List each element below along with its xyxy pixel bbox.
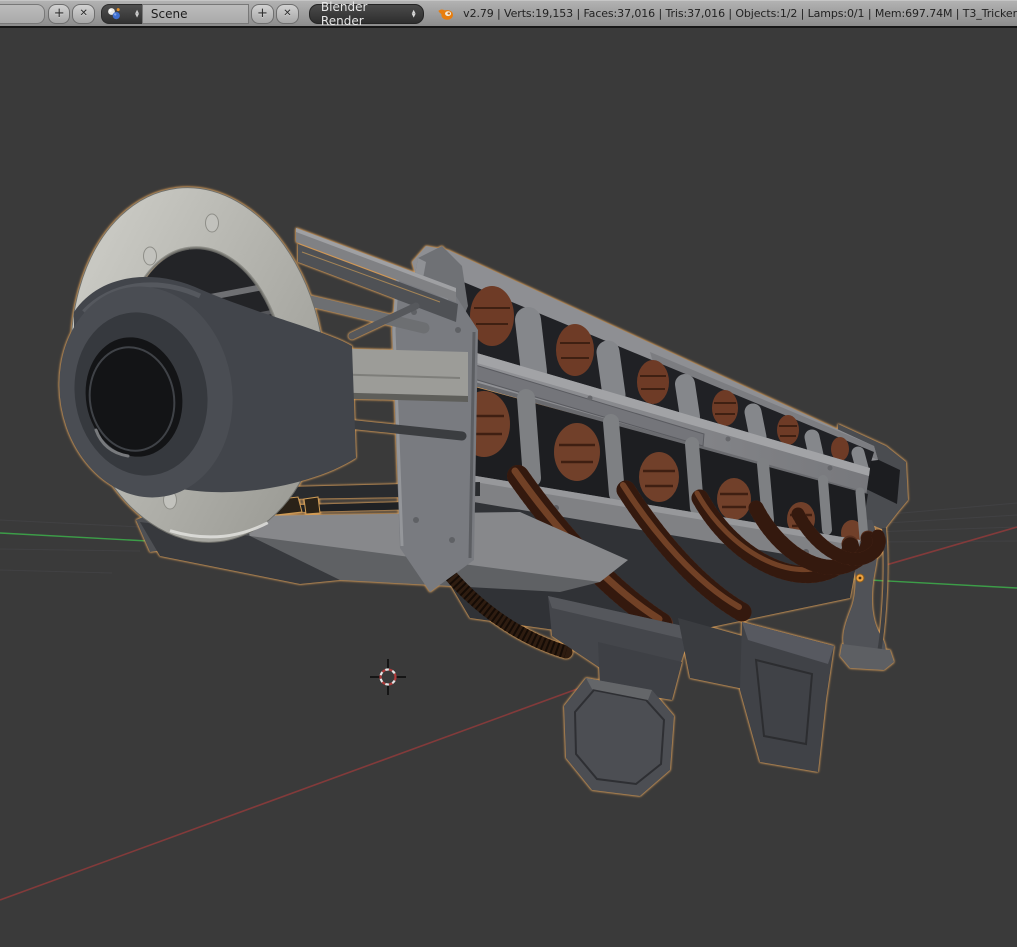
scene-name-field[interactable]: Scene bbox=[142, 4, 249, 24]
render-engine-label: Blender Render bbox=[321, 0, 412, 28]
close-scene-button[interactable]: ✕ bbox=[276, 4, 299, 24]
scene-spheres-icon bbox=[106, 6, 122, 22]
double-arrow-icon: ▲▼ bbox=[412, 10, 416, 18]
selected-model-t3-tricker bbox=[43, 173, 908, 796]
blender-window: { "app": {"name": "Blender", "version": … bbox=[0, 0, 1017, 947]
scene-selector: ▲▼ Scene + ✕ bbox=[101, 4, 299, 24]
3d-viewport[interactable] bbox=[0, 28, 1017, 947]
info-header: + ✕ ▲▼ Scene + ✕ Blender Render ▲▼ bbox=[0, 0, 1017, 28]
scene-browse-button[interactable]: ▲▼ bbox=[101, 4, 142, 24]
scene-statistics: v2.79 | Verts:19,153 | Faces:37,016 | Tr… bbox=[463, 7, 1017, 20]
render-engine-dropdown[interactable]: Blender Render ▲▼ bbox=[309, 4, 424, 24]
close-screen-button[interactable]: ✕ bbox=[72, 4, 95, 24]
scene-browse-arrows-icon: ▲▼ bbox=[135, 10, 139, 18]
add-screen-button[interactable]: + bbox=[48, 4, 71, 24]
object-origin-point[interactable] bbox=[856, 574, 864, 582]
3d-cursor[interactable] bbox=[370, 659, 406, 695]
stock-assembly bbox=[548, 596, 834, 796]
screen-layout-field[interactable] bbox=[0, 4, 45, 24]
blender-logo-icon bbox=[437, 5, 455, 23]
add-scene-button[interactable]: + bbox=[251, 4, 274, 24]
